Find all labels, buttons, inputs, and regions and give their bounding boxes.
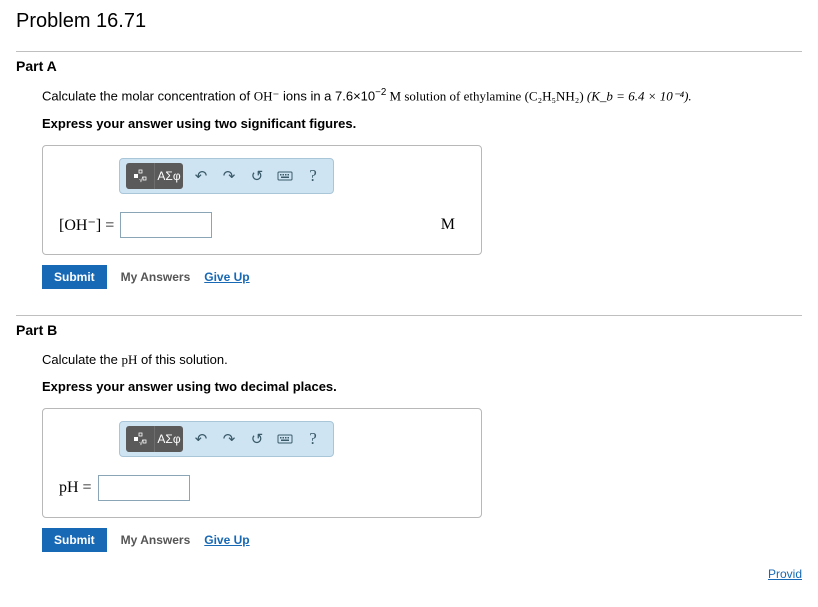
part-a-question: Calculate the molar concentration of OH⁻…	[42, 86, 802, 106]
part-a-submit-button[interactable]: Submit	[42, 265, 107, 289]
part-a-heading: Part A	[16, 51, 802, 74]
problem-title: Problem 16.71	[16, 10, 802, 33]
template-icon[interactable]: √	[126, 163, 155, 189]
part-a-unit: M	[441, 216, 455, 234]
help-icon[interactable]: ?	[299, 426, 327, 452]
part-b-answer-row: pH =	[59, 475, 465, 501]
keyboard-icon[interactable]	[271, 163, 299, 189]
qA-exp: −2	[375, 87, 386, 98]
redo-icon[interactable]: ↷	[215, 426, 243, 452]
part-b-my-answers[interactable]: My Answers	[121, 533, 191, 547]
part-a-give-up[interactable]: Give Up	[204, 270, 249, 284]
qA-text-1: Calculate the molar concentration of	[42, 88, 254, 103]
part-b-instruction: Express your answer using two decimal pl…	[42, 379, 802, 394]
part-b-give-up[interactable]: Give Up	[204, 533, 249, 547]
part-a-label: [OH⁻] =	[59, 215, 114, 235]
part-b-question: Calculate the pH of this solution.	[42, 350, 802, 370]
part-a-my-answers[interactable]: My Answers	[121, 270, 191, 284]
undo-icon[interactable]: ↶	[187, 426, 215, 452]
provide-feedback-link[interactable]: Provid	[768, 567, 802, 581]
part-b-submit-button[interactable]: Submit	[42, 528, 107, 552]
qA-formula: (C₂H₅NH₂)	[525, 88, 584, 103]
qA-text-2: ions in a 7.6×10	[279, 88, 375, 103]
part-a-answer-box: √ ΑΣφ ↶ ↷ ↺ ? [OH⁻] = M	[42, 145, 482, 255]
qA-species: OH⁻	[254, 88, 280, 103]
format-group-b: √ ΑΣφ	[126, 426, 183, 452]
redo-icon[interactable]: ↷	[215, 163, 243, 189]
part-a-toolbar: √ ΑΣφ ↶ ↷ ↺ ?	[119, 158, 334, 194]
part-b-input[interactable]	[98, 475, 190, 501]
svg-text:√: √	[139, 439, 143, 447]
reset-icon[interactable]: ↺	[243, 163, 271, 189]
help-icon[interactable]: ?	[299, 163, 327, 189]
part-b-submit-row: Submit My Answers Give Up	[42, 528, 802, 552]
svg-text:√: √	[139, 176, 143, 184]
part-a-answer-row: [OH⁻] = M	[59, 212, 465, 238]
qA-kb: (K_b = 6.4 × 10⁻⁴).	[584, 88, 692, 103]
greek-button[interactable]: ΑΣφ	[155, 163, 183, 189]
part-a-instruction: Express your answer using two significan…	[42, 116, 802, 131]
part-b-heading: Part B	[16, 315, 802, 338]
qB-text-1: Calculate the	[42, 352, 122, 367]
reset-icon[interactable]: ↺	[243, 426, 271, 452]
part-b-label: pH =	[59, 479, 92, 497]
qB-text-2: of this solution.	[137, 352, 227, 367]
part-b-answer-box: √ ΑΣφ ↶ ↷ ↺ ? pH =	[42, 408, 482, 518]
greek-button[interactable]: ΑΣφ	[155, 426, 183, 452]
part-a-submit-row: Submit My Answers Give Up	[42, 265, 802, 289]
template-icon[interactable]: √	[126, 426, 155, 452]
undo-icon[interactable]: ↶	[187, 163, 215, 189]
part-b-toolbar: √ ΑΣφ ↶ ↷ ↺ ?	[119, 421, 334, 457]
part-a-input[interactable]	[120, 212, 212, 238]
qB-ph: pH	[122, 352, 138, 367]
keyboard-icon[interactable]	[271, 426, 299, 452]
format-group: √ ΑΣφ	[126, 163, 183, 189]
qA-text-3: M solution of ethylamine	[386, 88, 524, 103]
